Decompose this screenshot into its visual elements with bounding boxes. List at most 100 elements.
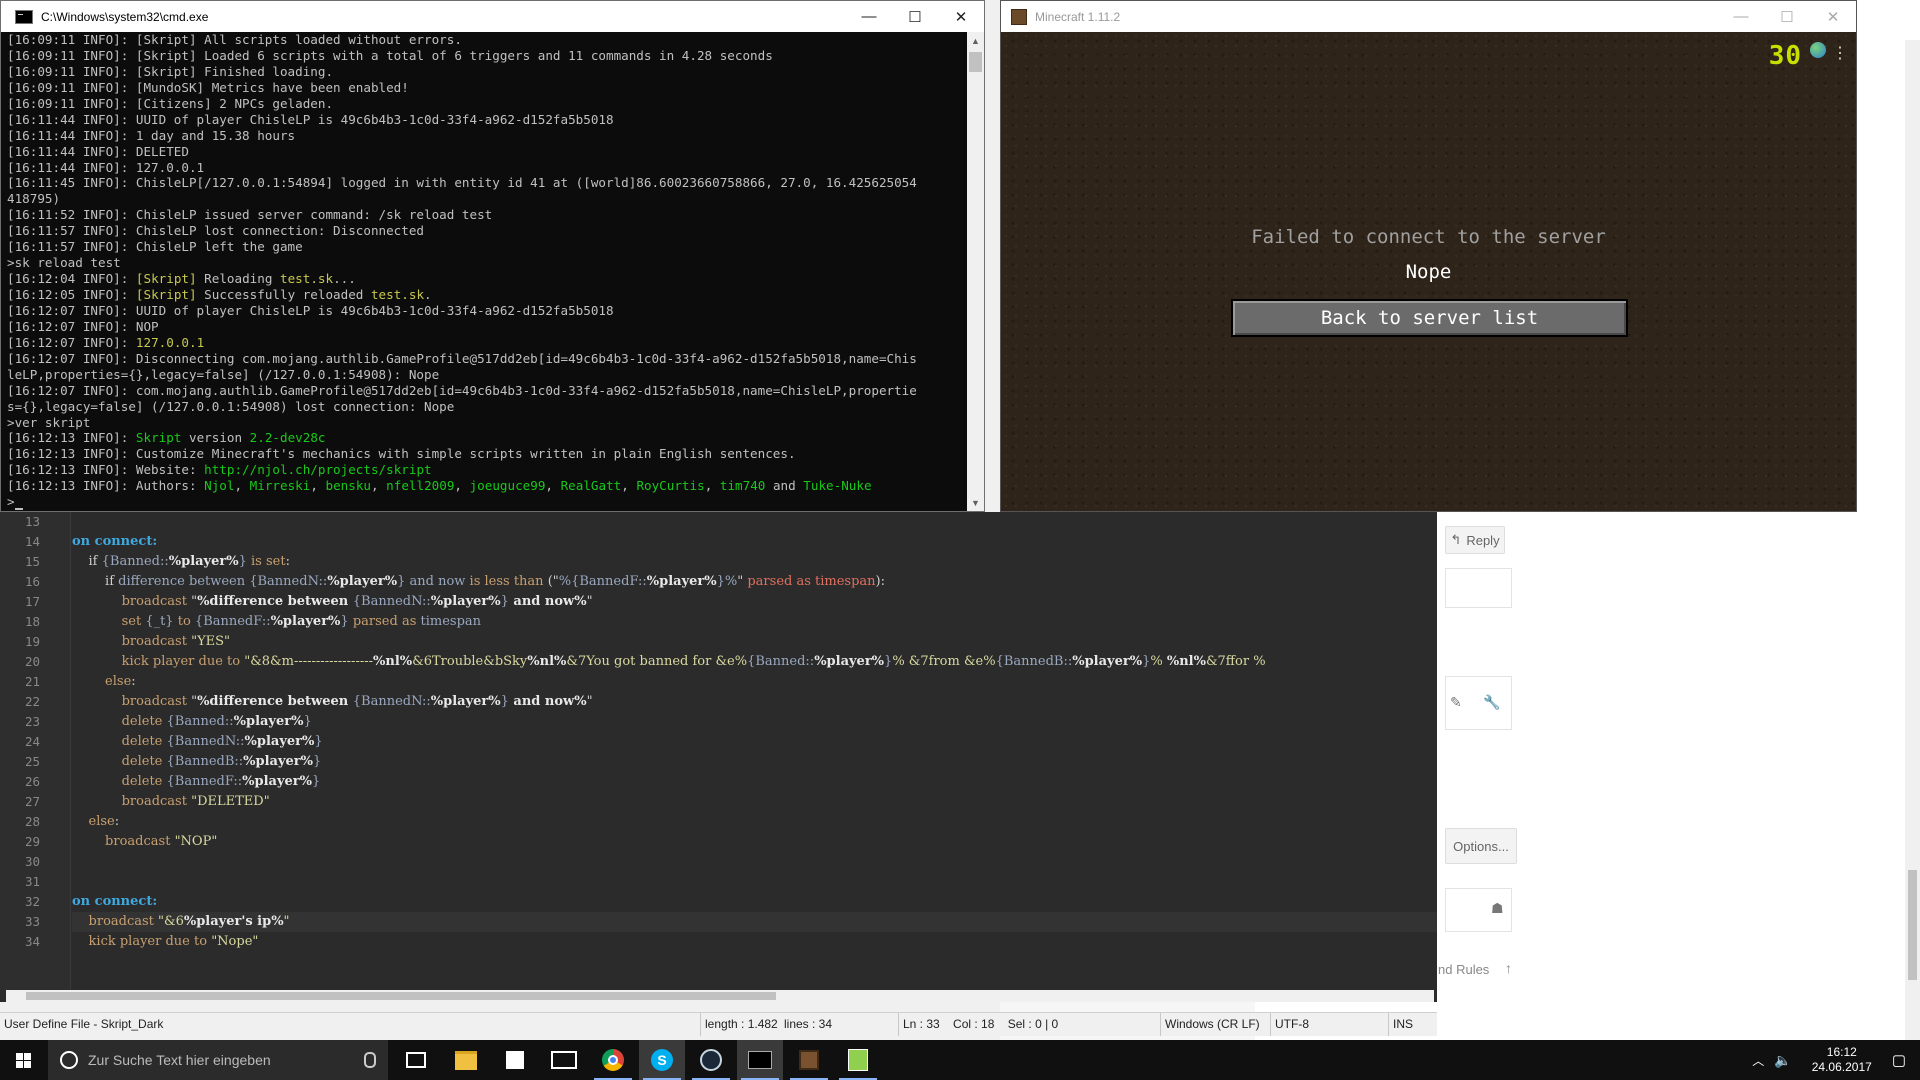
line-number: 17 (24, 594, 40, 609)
scroll-top-icon[interactable]: ↑ (1505, 960, 1512, 976)
cmd-scrollbar[interactable]: ▲ ▼ (967, 32, 984, 511)
taskbar-chrome[interactable] (590, 1040, 636, 1080)
minecraft-titlebar[interactable]: Minecraft 1.11.2 — ☐ ✕ (1001, 1, 1856, 32)
sitemap-icon[interactable]: ☗ (1491, 900, 1504, 917)
code-line[interactable]: broadcast "YES" (72, 632, 1437, 652)
console-segment: leLP,properties={},legacy=false] (/127.0… (7, 366, 440, 382)
encoding-status: UTF-8 (1270, 1013, 1391, 1036)
notifications-icon[interactable]: ▢ (1892, 1051, 1906, 1069)
code-line[interactable]: broadcast "NOP" (72, 832, 1437, 852)
code-line[interactable]: delete {BannedN::%player%} (72, 732, 1437, 752)
back-to-server-list-button[interactable]: Back to server list (1231, 299, 1628, 337)
editor-scroll-thumb[interactable] (26, 992, 776, 1000)
console-output[interactable]: [16:09:11 INFO]: [Skript] All scripts lo… (7, 32, 966, 511)
code-line[interactable]: on connect: (72, 892, 1437, 912)
console-segment: [16:11:52 INFO]: ChisleLP issued server … (7, 207, 493, 223)
tray-chevron-icon[interactable]: ︿ (1752, 1052, 1764, 1069)
code-line[interactable]: broadcast "&6%player's ip%" (72, 912, 1437, 932)
console-segment: tim740 (719, 478, 766, 494)
code-token: broadcast (72, 834, 175, 849)
mc-close-button[interactable]: ✕ (1810, 1, 1856, 32)
code-line[interactable]: delete {Banned::%player%} (72, 712, 1437, 732)
options-button[interactable]: Options... (1445, 828, 1517, 864)
code-editor[interactable]: 13 14 15 16 17 18 19 20 21 22 23 24 25 26 27 28 29 30 31 32… (0, 512, 1437, 1002)
console-line: [16:12:13 INFO]: Skript version 2.2-dev2… (7, 430, 966, 446)
close-button[interactable]: ✕ (938, 1, 984, 32)
reply-button[interactable]: ↰ Reply (1445, 526, 1505, 554)
fold-margin[interactable] (58, 512, 71, 990)
code-token: broadcast (72, 634, 192, 649)
scroll-down-icon[interactable]: ▼ (967, 494, 984, 511)
scroll-up-icon[interactable]: ▲ (967, 32, 984, 49)
taskbar-notepadpp[interactable] (835, 1040, 881, 1080)
minimize-button[interactable]: — (846, 1, 892, 32)
task-view-button[interactable] (393, 1040, 439, 1080)
menu-icon[interactable]: ⋮ (1832, 43, 1848, 63)
clock-time: 16:12 (1826, 1045, 1857, 1059)
code-token: is set (246, 554, 286, 569)
rules-link[interactable]: nd Rules (1438, 962, 1489, 977)
mc-minimize-button[interactable]: — (1718, 1, 1764, 32)
code-line[interactable]: broadcast " %difference between {BannedN:… (72, 692, 1437, 712)
console-line: [16:11:52 INFO]: ChisleLP issued server … (7, 207, 966, 223)
code-line[interactable]: else: (72, 672, 1437, 692)
code-area[interactable]: on connect: if {Banned::%player%} is set… (72, 512, 1437, 990)
code-line[interactable]: kick player due to "&8&m----------------… (72, 652, 1437, 672)
line-number: 32 (24, 894, 40, 909)
code-token: %player% (244, 734, 315, 749)
microphone-icon[interactable] (364, 1052, 376, 1068)
minecraft-window[interactable]: Minecraft 1.11.2 — ☐ ✕ 30 ⋮ Failed to co… (1000, 0, 1857, 512)
code-line[interactable] (72, 872, 1437, 892)
code-line[interactable]: else: (72, 812, 1437, 832)
chrome-icon (602, 1049, 624, 1071)
line-number: 27 (24, 794, 40, 809)
code-line[interactable]: broadcast " %difference between {BannedN:… (72, 592, 1437, 612)
taskbar-steam[interactable] (688, 1040, 734, 1080)
code-line[interactable]: if difference between {BannedN::%player%… (72, 572, 1437, 592)
mc-maximize-button[interactable]: ☐ (1764, 1, 1810, 32)
maximize-button[interactable]: ☐ (892, 1, 938, 32)
code-line[interactable]: on connect: (72, 532, 1437, 552)
taskbar-minecraft[interactable] (786, 1040, 832, 1080)
cmd-titlebar[interactable]: C:\Windows\system32\cmd.exe — ☐ ✕ (1, 1, 984, 32)
clock[interactable]: 16:12 24.06.2017 (1812, 1045, 1872, 1075)
console-segment: , (454, 478, 470, 494)
code-line[interactable]: delete {BannedF::%player%} (72, 772, 1437, 792)
console-line: [16:12:04 INFO]: [Skript] Reloading test… (7, 271, 966, 287)
console-segment: 2.2-dev28c (249, 430, 326, 446)
browser-scroll-thumb[interactable] (1908, 870, 1917, 980)
code-token: {BannedB:: (995, 654, 1073, 669)
console-segment: [16:12:13 INFO]: Website: (7, 462, 205, 478)
cmd-title: C:\Windows\system32\cmd.exe (41, 9, 209, 24)
console-segment: test.sk (279, 271, 334, 287)
taskbar-search[interactable]: Zur Suche Text hier eingeben (48, 1040, 388, 1080)
clock-date: 24.06.2017 (1811, 1060, 1872, 1074)
code-line[interactable]: delete {BannedB::%player%} (72, 752, 1437, 772)
code-line[interactable]: if {Banned::%player%} is set: (72, 552, 1437, 572)
code-line[interactable] (72, 512, 1437, 532)
console-segment: , (704, 478, 720, 494)
wrench-icon[interactable]: 🔧 (1483, 694, 1500, 711)
code-token: {BannedB:: (166, 754, 244, 769)
cmd-window[interactable]: C:\Windows\system32\cmd.exe — ☐ ✕ [16:09… (0, 0, 985, 512)
line-number: 14 (24, 534, 40, 549)
code-line[interactable]: broadcast "DELETED" (72, 792, 1437, 812)
code-line[interactable]: set {_t} to {BannedF::%player%} parsed a… (72, 612, 1437, 632)
taskbar-mail[interactable] (541, 1040, 587, 1080)
volume-icon[interactable]: 🔈 (1774, 1052, 1791, 1069)
console-segment: [Skript] (135, 287, 197, 302)
taskbar-store[interactable] (492, 1040, 538, 1080)
taskbar-cmd[interactable] (737, 1040, 783, 1080)
edit-icon[interactable]: ✎ (1450, 694, 1462, 711)
line-number: 21 (24, 674, 40, 689)
console-segment: [16:12:13 INFO]: Customize Minecraft's m… (7, 446, 796, 462)
line-number: 16 (24, 574, 40, 589)
taskbar-explorer[interactable] (443, 1040, 489, 1080)
code-line[interactable]: kick player due to "Nope" (72, 932, 1437, 952)
editor-horizontal-scrollbar[interactable] (6, 990, 1434, 1002)
cmd-scroll-thumb[interactable] (969, 52, 982, 72)
taskbar-skype[interactable]: S (639, 1040, 685, 1080)
code-token: }% (716, 574, 738, 589)
start-button[interactable] (0, 1040, 46, 1080)
code-line[interactable] (72, 852, 1437, 872)
